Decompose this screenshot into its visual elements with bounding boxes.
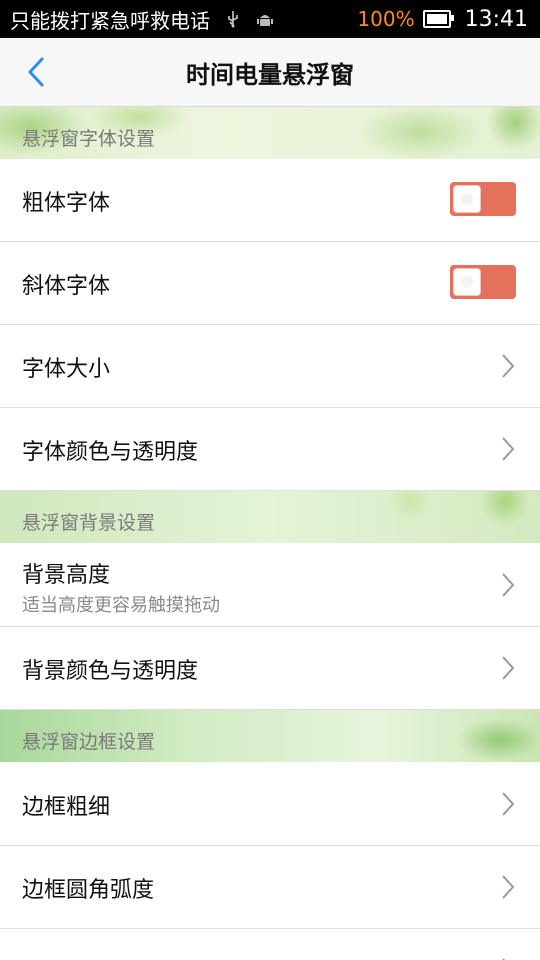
chevron-right-icon <box>498 569 518 601</box>
row-label: 字体大小 <box>22 357 111 382</box>
back-button[interactable] <box>18 54 54 90</box>
setting-row-border-radius[interactable]: 边框圆角弧度 <box>0 846 540 929</box>
setting-row-background-height[interactable]: 背景高度 适当高度更容易触摸拖动 <box>0 543 540 627</box>
row-label: 边框粗细 <box>22 795 111 820</box>
chevron-right-icon <box>498 788 518 820</box>
chevron-right-icon <box>498 871 518 903</box>
battery-percent: 100% <box>357 7 415 31</box>
italic-font-toggle[interactable] <box>450 265 516 299</box>
usb-icon <box>224 10 242 28</box>
toggle-knob <box>453 185 481 213</box>
status-bar: 只能拨打紧急呼救电话 100% 13:41 <box>0 0 540 38</box>
toggle-knob <box>453 268 481 296</box>
android-debug-icon <box>256 10 274 28</box>
page-title: 时间电量悬浮窗 <box>186 60 354 89</box>
setting-row-font-size[interactable]: 字体大小 <box>0 325 540 408</box>
section-header-border: 悬浮窗边框设置 <box>0 710 540 762</box>
row-label: 粗体字体 <box>22 191 111 216</box>
clock: 13:41 <box>464 6 528 32</box>
setting-row-partial[interactable] <box>0 929 540 960</box>
setting-row-italic-font[interactable]: 斜体字体 <box>0 242 540 325</box>
chevron-right-icon <box>498 954 518 960</box>
section-title: 悬浮窗字体设置 <box>22 128 156 150</box>
setting-row-background-color[interactable]: 背景颜色与透明度 <box>0 627 540 710</box>
row-label: 斜体字体 <box>22 274 111 299</box>
section-header-background: 悬浮窗背景设置 <box>0 491 540 543</box>
row-label: 边框圆角弧度 <box>22 878 155 903</box>
section-title: 悬浮窗边框设置 <box>22 731 156 753</box>
section-title: 悬浮窗背景设置 <box>22 512 156 534</box>
bold-font-toggle[interactable] <box>450 182 516 216</box>
row-sublabel: 适当高度更容易触摸拖动 <box>22 595 220 616</box>
chevron-left-icon <box>28 57 44 87</box>
chevron-right-icon <box>498 652 518 684</box>
setting-row-border-width[interactable]: 边框粗细 <box>0 762 540 846</box>
chevron-right-icon <box>498 350 518 382</box>
setting-row-bold-font[interactable]: 粗体字体 <box>0 159 540 242</box>
chevron-right-icon <box>498 433 518 465</box>
title-bar: 时间电量悬浮窗 <box>0 38 540 107</box>
battery-icon <box>422 10 454 28</box>
setting-row-font-color[interactable]: 字体颜色与透明度 <box>0 408 540 491</box>
carrier-text: 只能拨打紧急呼救电话 <box>10 8 210 33</box>
row-label: 背景颜色与透明度 <box>22 659 199 684</box>
row-label: 字体颜色与透明度 <box>22 440 199 465</box>
row-label: 背景高度 <box>22 563 111 588</box>
section-header-font: 悬浮窗字体设置 <box>0 107 540 159</box>
